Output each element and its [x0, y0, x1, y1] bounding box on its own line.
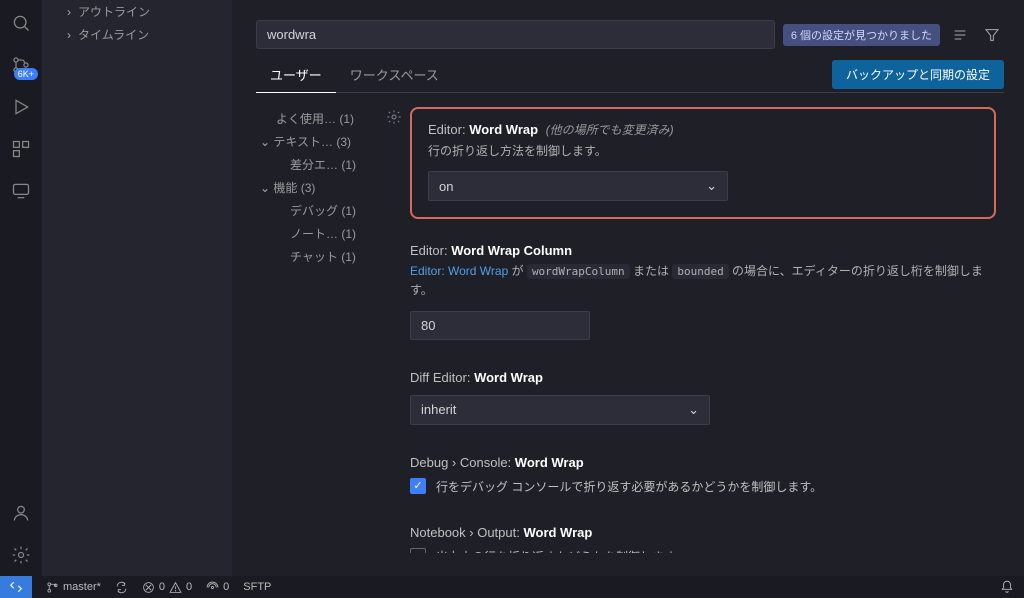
results-count-badge: 6 個の設定が見つかりました: [783, 24, 940, 46]
problems-status[interactable]: 0 0: [142, 581, 192, 594]
modified-elsewhere-label: (他の場所でも変更済み): [546, 123, 674, 137]
tab-user[interactable]: ユーザー: [256, 57, 336, 93]
setting-diff-editor-word-wrap: Diff Editor: Word Wrap inherit ⌄: [410, 370, 996, 425]
notebook-word-wrap-checkbox[interactable]: [410, 548, 426, 553]
setting-category: Editor:: [428, 122, 466, 137]
settings-search-input[interactable]: [256, 20, 775, 49]
setting-name: Word Wrap: [469, 122, 538, 137]
word-wrap-select[interactable]: on ⌄: [428, 171, 728, 201]
outline-section[interactable]: アウトライン: [42, 0, 232, 23]
ports-status[interactable]: 0: [206, 581, 229, 594]
diff-word-wrap-select[interactable]: inherit ⌄: [410, 395, 710, 425]
setting-description: 行の折り返し方法を制御します。: [428, 142, 978, 161]
setting-description: Editor: Word Wrap が wordWrapColumn または b…: [410, 262, 996, 300]
timeline-section[interactable]: タイムライン: [42, 23, 232, 46]
settings-toc: よく使用… (1) テキスト… (3) 差分エ… (1) 機能 (3) デバッグ…: [256, 107, 386, 553]
setting-debug-console-word-wrap: Debug › Console: Word Wrap ✓ 行をデバッグ コンソー…: [410, 455, 996, 495]
toc-chat[interactable]: チャット (1): [256, 245, 386, 268]
scm-badge: 6K+: [14, 68, 38, 80]
debug-word-wrap-checkbox[interactable]: ✓: [410, 478, 426, 494]
tab-workspace[interactable]: ワークスペース: [336, 57, 453, 92]
setting-notebook-output-word-wrap: Notebook › Output: Word Wrap 出力内の行を折り返すか…: [410, 525, 996, 553]
setting-link[interactable]: Editor: Word Wrap: [410, 264, 508, 278]
manage-gear-icon[interactable]: [0, 534, 42, 576]
sftp-status[interactable]: SFTP: [243, 581, 271, 593]
toc-text-editor[interactable]: テキスト… (3): [256, 130, 386, 153]
branch-status[interactable]: master*: [46, 581, 101, 594]
sync-status[interactable]: [115, 581, 128, 594]
search-icon[interactable]: [0, 2, 42, 44]
toc-notebook[interactable]: ノート… (1): [256, 222, 386, 245]
chevron-down-icon: ⌄: [706, 178, 717, 194]
clear-search-icon[interactable]: [948, 23, 972, 47]
filter-icon[interactable]: [980, 23, 1004, 47]
setting-description: 出力内の行を折り返すかどうかを制御します。: [436, 548, 687, 553]
activity-bar: 6K+: [0, 0, 42, 576]
side-panel: アウトライン タイムライン: [42, 0, 232, 576]
backup-sync-button[interactable]: バックアップと同期の設定: [832, 60, 1004, 89]
notifications-icon[interactable]: [1000, 580, 1014, 594]
status-bar: master* 0 0 0 SFTP: [0, 576, 1024, 598]
settings-editor: 6 個の設定が見つかりました ユーザー ワークスペース バックアップと同期の設定…: [232, 0, 1024, 576]
toc-features[interactable]: 機能 (3): [256, 176, 386, 199]
run-debug-icon[interactable]: [0, 86, 42, 128]
extensions-icon[interactable]: [0, 128, 42, 170]
toc-frequently-used[interactable]: よく使用… (1): [256, 107, 386, 130]
toc-debug[interactable]: デバッグ (1): [256, 199, 386, 222]
toc-diff-editor[interactable]: 差分エ… (1): [256, 153, 386, 176]
setting-gear-icon[interactable]: [386, 109, 410, 125]
remote-explorer-icon[interactable]: [0, 170, 42, 212]
word-wrap-column-input[interactable]: [410, 311, 590, 340]
remote-indicator[interactable]: [0, 576, 32, 598]
source-control-icon[interactable]: 6K+: [0, 44, 42, 86]
chevron-down-icon: ⌄: [688, 402, 699, 418]
accounts-icon[interactable]: [0, 492, 42, 534]
setting-description: 行をデバッグ コンソールで折り返す必要があるかどうかを制御します。: [436, 478, 822, 495]
setting-editor-word-wrap: Editor: Word Wrap (他の場所でも変更済み) 行の折り返し方法を…: [410, 107, 996, 219]
setting-editor-word-wrap-column: Editor: Word Wrap Column Editor: Word Wr…: [410, 243, 996, 339]
